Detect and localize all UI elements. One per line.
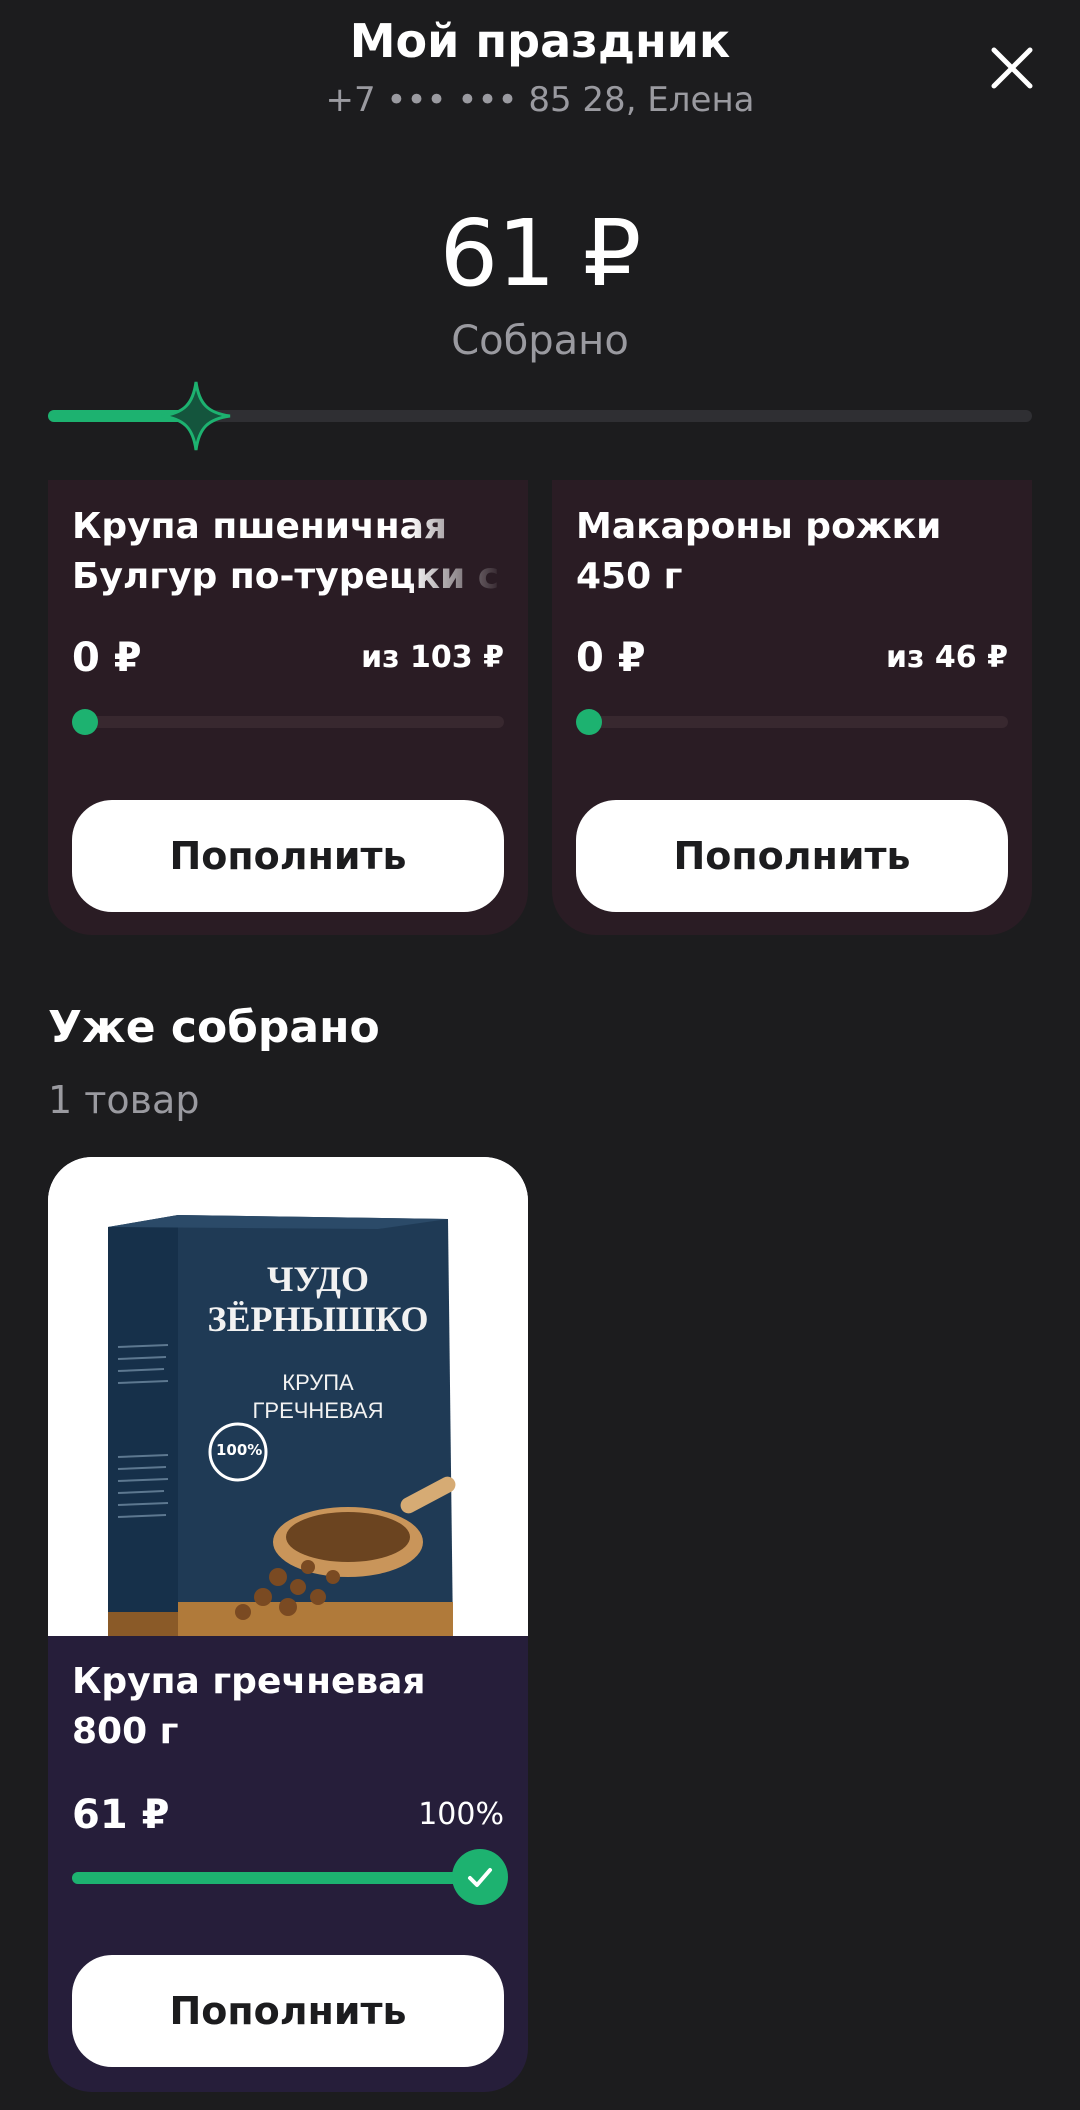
page-subtitle: +7 ••• ••• 85 28, Елена bbox=[325, 80, 755, 120]
product-brand: ЧУДО ЗЁРНЫШКО bbox=[198, 1259, 438, 1339]
close-button[interactable] bbox=[984, 40, 1040, 96]
check-icon bbox=[452, 1849, 508, 1905]
collected-card-progress bbox=[72, 1872, 504, 1884]
goal-card-amount: 0 ₽ bbox=[576, 635, 646, 681]
collected-card-percent: 100% bbox=[418, 1797, 504, 1832]
progress-fill bbox=[72, 1872, 504, 1884]
product-image: ЧУДО ЗЁРНЫШКО КРУПА ГРЕЧНЕВАЯ 100% bbox=[48, 1157, 528, 1636]
collected-card-title: Крупа гречневая 800 г bbox=[72, 1661, 426, 1752]
goal-card-title: Крупа пшеничная Булгур по-турецки с bbox=[72, 506, 500, 597]
goal-card: Крупа пшеничная Булгур по-турецки с 0 ₽ … bbox=[48, 480, 528, 935]
page-title: Мой праздник bbox=[349, 14, 731, 68]
collected-count: 1 товар bbox=[48, 1078, 200, 1122]
goal-card-title: Макароны рожки 450 г bbox=[576, 506, 942, 597]
quality-badge: 100% bbox=[216, 1441, 263, 1459]
goal-card-target: из 46 ₽ bbox=[886, 640, 1008, 675]
goal-card: Макароны рожки 450 г 0 ₽ из 46 ₽ Пополни… bbox=[552, 480, 1032, 935]
collected-section-title: Уже собрано bbox=[48, 1002, 380, 1053]
collected-card-amount: 61 ₽ bbox=[72, 1792, 170, 1838]
top-up-button[interactable]: Пополнить bbox=[72, 800, 504, 912]
progress-dot bbox=[72, 709, 98, 735]
header: Мой праздник +7 ••• ••• 85 28, Елена bbox=[0, 0, 1080, 140]
collected-card[interactable]: ЧУДО ЗЁРНЫШКО КРУПА ГРЕЧНЕВАЯ 100% Крупа… bbox=[48, 1157, 528, 2092]
total-collected-label: Собрано bbox=[451, 318, 629, 364]
brand-line2: ЗЁРНЫШКО bbox=[207, 1299, 429, 1339]
top-up-button[interactable]: Пополнить bbox=[72, 1955, 504, 2067]
main-progress-bar bbox=[48, 381, 1032, 451]
progress-dot bbox=[576, 709, 602, 735]
total-collected-amount: 61 ₽ bbox=[439, 200, 642, 307]
goal-card-target: из 103 ₽ bbox=[361, 640, 504, 675]
goal-card-amount: 0 ₽ bbox=[72, 635, 142, 681]
sparkle-icon bbox=[161, 381, 230, 451]
kind-line2: ГРЕЧНЕВАЯ bbox=[252, 1398, 384, 1423]
brand-line1: ЧУДО bbox=[267, 1259, 369, 1299]
goal-card-progress bbox=[576, 709, 1008, 735]
top-up-button[interactable]: Пополнить bbox=[576, 800, 1008, 912]
goal-card-progress bbox=[72, 709, 504, 735]
product-kind: КРУПА ГРЕЧНЕВАЯ bbox=[228, 1369, 408, 1425]
kind-line1: КРУПА bbox=[282, 1370, 354, 1395]
close-icon bbox=[991, 47, 1033, 89]
